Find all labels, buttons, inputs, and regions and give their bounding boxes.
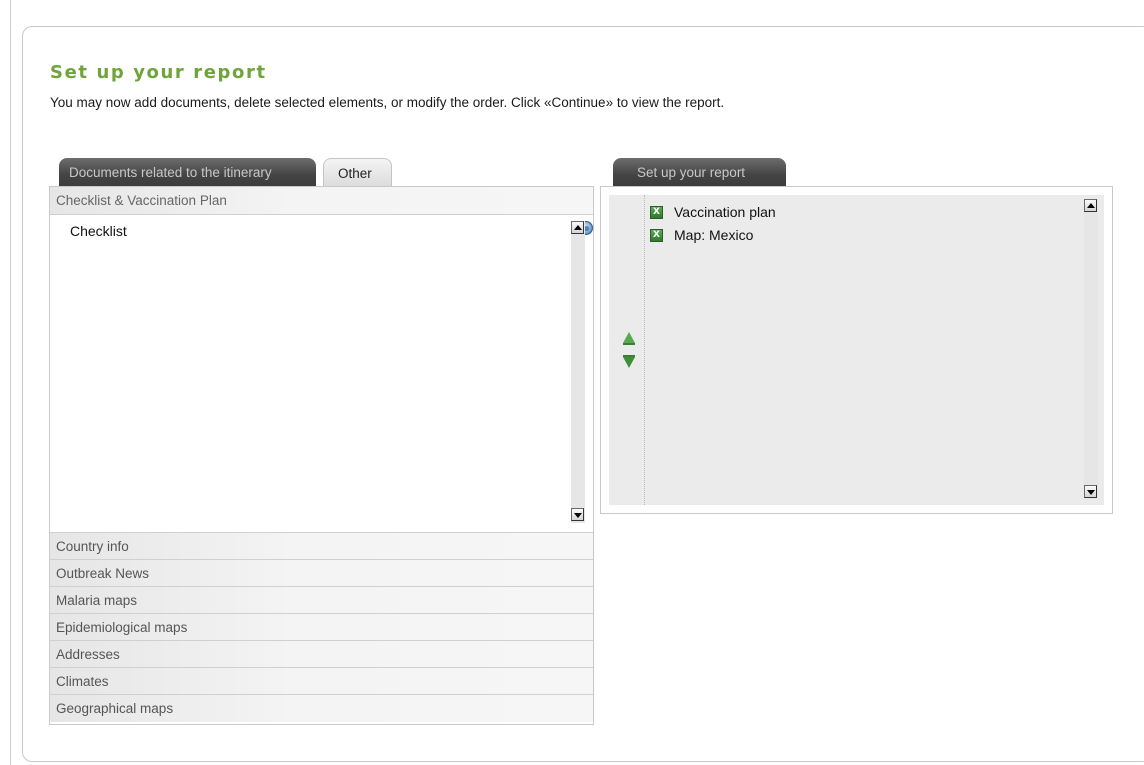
page-border — [10, 0, 11, 765]
category-geographical-maps[interactable]: Geographical maps — [50, 695, 593, 722]
page-intro: You may now add documents, delete select… — [50, 95, 725, 110]
report-list: X Vaccination plan X Map: Mexico — [609, 195, 1104, 505]
report-item-label: Vaccination plan — [674, 204, 776, 220]
right-scrollbar[interactable] — [1084, 199, 1098, 499]
category-epidemiological-maps[interactable]: Epidemiological maps — [50, 614, 593, 641]
report-panel: X Vaccination plan X Map: Mexico — [600, 186, 1113, 514]
category-country-info[interactable]: Country info — [50, 533, 593, 560]
category-climates[interactable]: Climates — [50, 668, 593, 695]
category-outbreak-news[interactable]: Outbreak News — [50, 560, 593, 587]
document-item-checklist[interactable]: Checklist — [70, 223, 127, 239]
category-checklist-vaccination[interactable]: Checklist & Vaccination Plan — [50, 187, 593, 215]
tab-other[interactable]: Other — [323, 158, 392, 186]
scroll-up-button[interactable] — [1084, 199, 1097, 212]
tab-documents-itinerary[interactable]: Documents related to the itinerary — [59, 158, 316, 186]
page-title: Set up your report — [50, 62, 267, 83]
scroll-up-button[interactable] — [571, 221, 584, 234]
reorder-controls — [609, 195, 645, 505]
report-item[interactable]: X Vaccination plan — [650, 203, 776, 221]
category-addresses[interactable]: Addresses — [50, 641, 593, 668]
excel-icon: X — [650, 228, 663, 242]
report-item[interactable]: X Map: Mexico — [650, 226, 753, 244]
move-up-icon[interactable] — [623, 332, 635, 345]
move-down-icon[interactable] — [623, 355, 635, 368]
scroll-down-button[interactable] — [1084, 485, 1097, 498]
report-item-label: Map: Mexico — [674, 227, 754, 243]
category-malaria-maps[interactable]: Malaria maps — [50, 587, 593, 614]
category-content: Checklist — [50, 215, 593, 533]
document-category-panel: Checklist & Vaccination Plan Checklist C… — [49, 186, 594, 725]
tab-set-up-report[interactable]: Set up your report — [613, 158, 786, 186]
scroll-down-button[interactable] — [571, 508, 584, 521]
excel-icon: X — [650, 205, 663, 219]
left-scrollbar[interactable] — [571, 221, 585, 523]
